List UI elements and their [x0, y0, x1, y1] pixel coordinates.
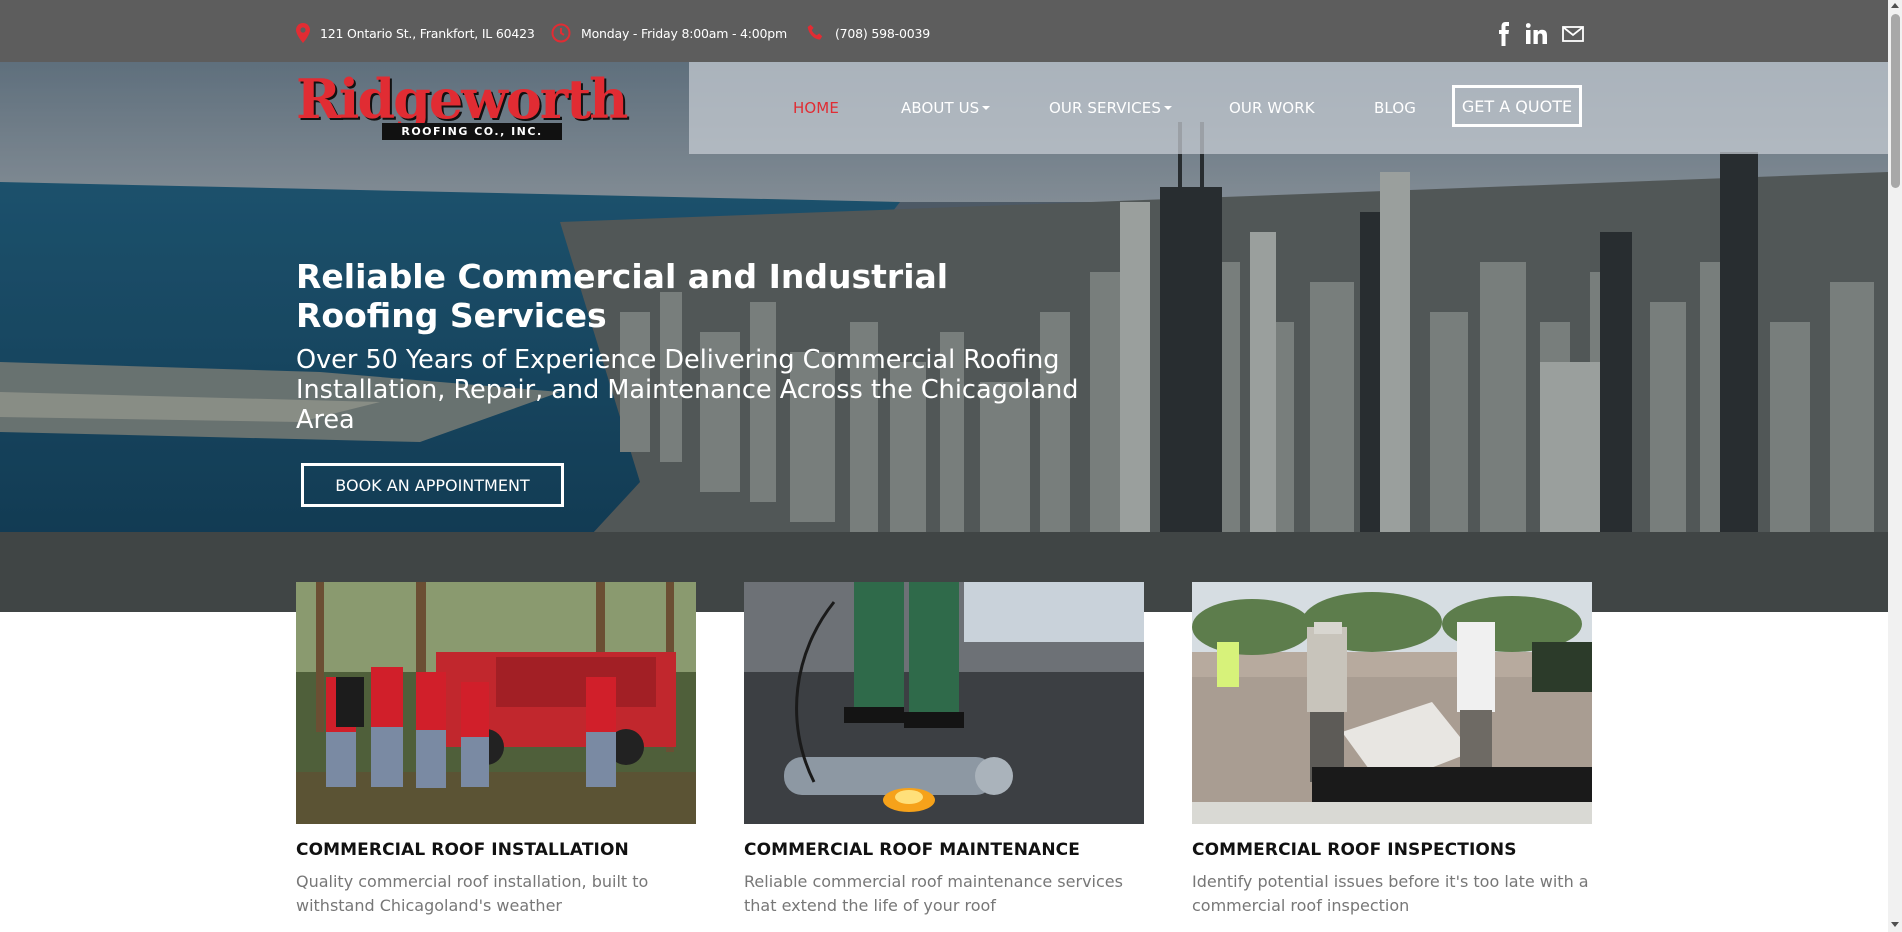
- caret-down-icon: [1163, 106, 1172, 110]
- service-card-inspections[interactable]: COMMERCIAL ROOF INSPECTIONS Identify pot…: [1192, 582, 1592, 918]
- top-info-bar: 121 Ontario St., Frankfort, IL 60423 Mon…: [0, 0, 1888, 62]
- roof-inspection-photo: [1192, 582, 1592, 824]
- nav-services-label: OUR SERVICES: [1049, 99, 1161, 117]
- nav-home[interactable]: HOME: [793, 99, 839, 117]
- location-pin-icon: [296, 23, 310, 43]
- nav-home-label: HOME: [793, 99, 839, 117]
- torch-roofing-photo: [744, 582, 1144, 824]
- nav-our-services[interactable]: OUR SERVICES: [1049, 99, 1172, 117]
- book-button-label: BOOK AN APPOINTMENT: [335, 475, 530, 495]
- hero-subtitle: Over 50 Years of Experience Delivering C…: [296, 345, 1079, 435]
- hours-info: Monday - Friday 8:00am - 4:00pm: [551, 0, 787, 66]
- nav-our-work[interactable]: OUR WORK: [1229, 99, 1315, 117]
- phone-text: (708) 598-0039: [835, 25, 930, 41]
- card-title: COMMERCIAL ROOF INSPECTIONS: [1192, 840, 1517, 860]
- company-logo[interactable]: Ridgeworth ROOFING CO., INC.: [296, 67, 628, 152]
- nav-blog[interactable]: BLOG: [1374, 99, 1416, 117]
- clock-icon: [551, 23, 571, 43]
- service-card-installation[interactable]: COMMERCIAL ROOF INSTALLATION Quality com…: [296, 582, 696, 918]
- linkedin-link[interactable]: [1526, 20, 1548, 48]
- linkedin-icon: [1526, 23, 1547, 44]
- mail-link[interactable]: [1562, 20, 1584, 48]
- nav-about-label: ABOUT US: [901, 99, 980, 117]
- hero-title: Reliable Commercial and Industrial Roofi…: [296, 257, 949, 335]
- scroll-down-arrow-icon[interactable]: [1891, 922, 1899, 927]
- card-title: COMMERCIAL ROOF INSTALLATION: [296, 840, 629, 860]
- address-text: 121 Ontario St., Frankfort, IL 60423: [320, 25, 535, 41]
- nav-blog-label: BLOG: [1374, 99, 1416, 117]
- scroll-up-arrow-icon[interactable]: [1891, 3, 1899, 8]
- phone-info[interactable]: (708) 598-0039: [807, 0, 930, 66]
- get-a-quote-button[interactable]: GET A QUOTE: [1452, 85, 1582, 127]
- quote-button-label: GET A QUOTE: [1461, 96, 1573, 116]
- service-card-maintenance[interactable]: COMMERCIAL ROOF MAINTENANCE Reliable com…: [744, 582, 1144, 918]
- card-title: COMMERCIAL ROOF MAINTENANCE: [744, 840, 1080, 860]
- book-appointment-button[interactable]: BOOK AN APPOINTMENT: [301, 463, 564, 507]
- hours-text: Monday - Friday 8:00am - 4:00pm: [581, 25, 788, 41]
- logo-subtitle: ROOFING CO., INC.: [382, 123, 562, 140]
- card-description: Identify potential issues before it's to…: [1192, 872, 1589, 915]
- phone-icon: [807, 24, 823, 40]
- nav-work-label: OUR WORK: [1229, 99, 1315, 117]
- caret-down-icon: [982, 106, 991, 110]
- address-info: 121 Ontario St., Frankfort, IL 60423: [296, 0, 535, 66]
- facebook-icon: [1499, 22, 1509, 46]
- card-description: Quality commercial roof installation, bu…: [296, 872, 649, 915]
- nav-about-us[interactable]: ABOUT US: [901, 99, 991, 117]
- card-description: Reliable commercial roof maintenance ser…: [744, 872, 1123, 915]
- page-scrollbar-thumb[interactable]: [1891, 14, 1900, 188]
- mail-icon: [1562, 26, 1584, 42]
- crew-photo: [296, 582, 696, 824]
- facebook-link[interactable]: [1498, 20, 1510, 48]
